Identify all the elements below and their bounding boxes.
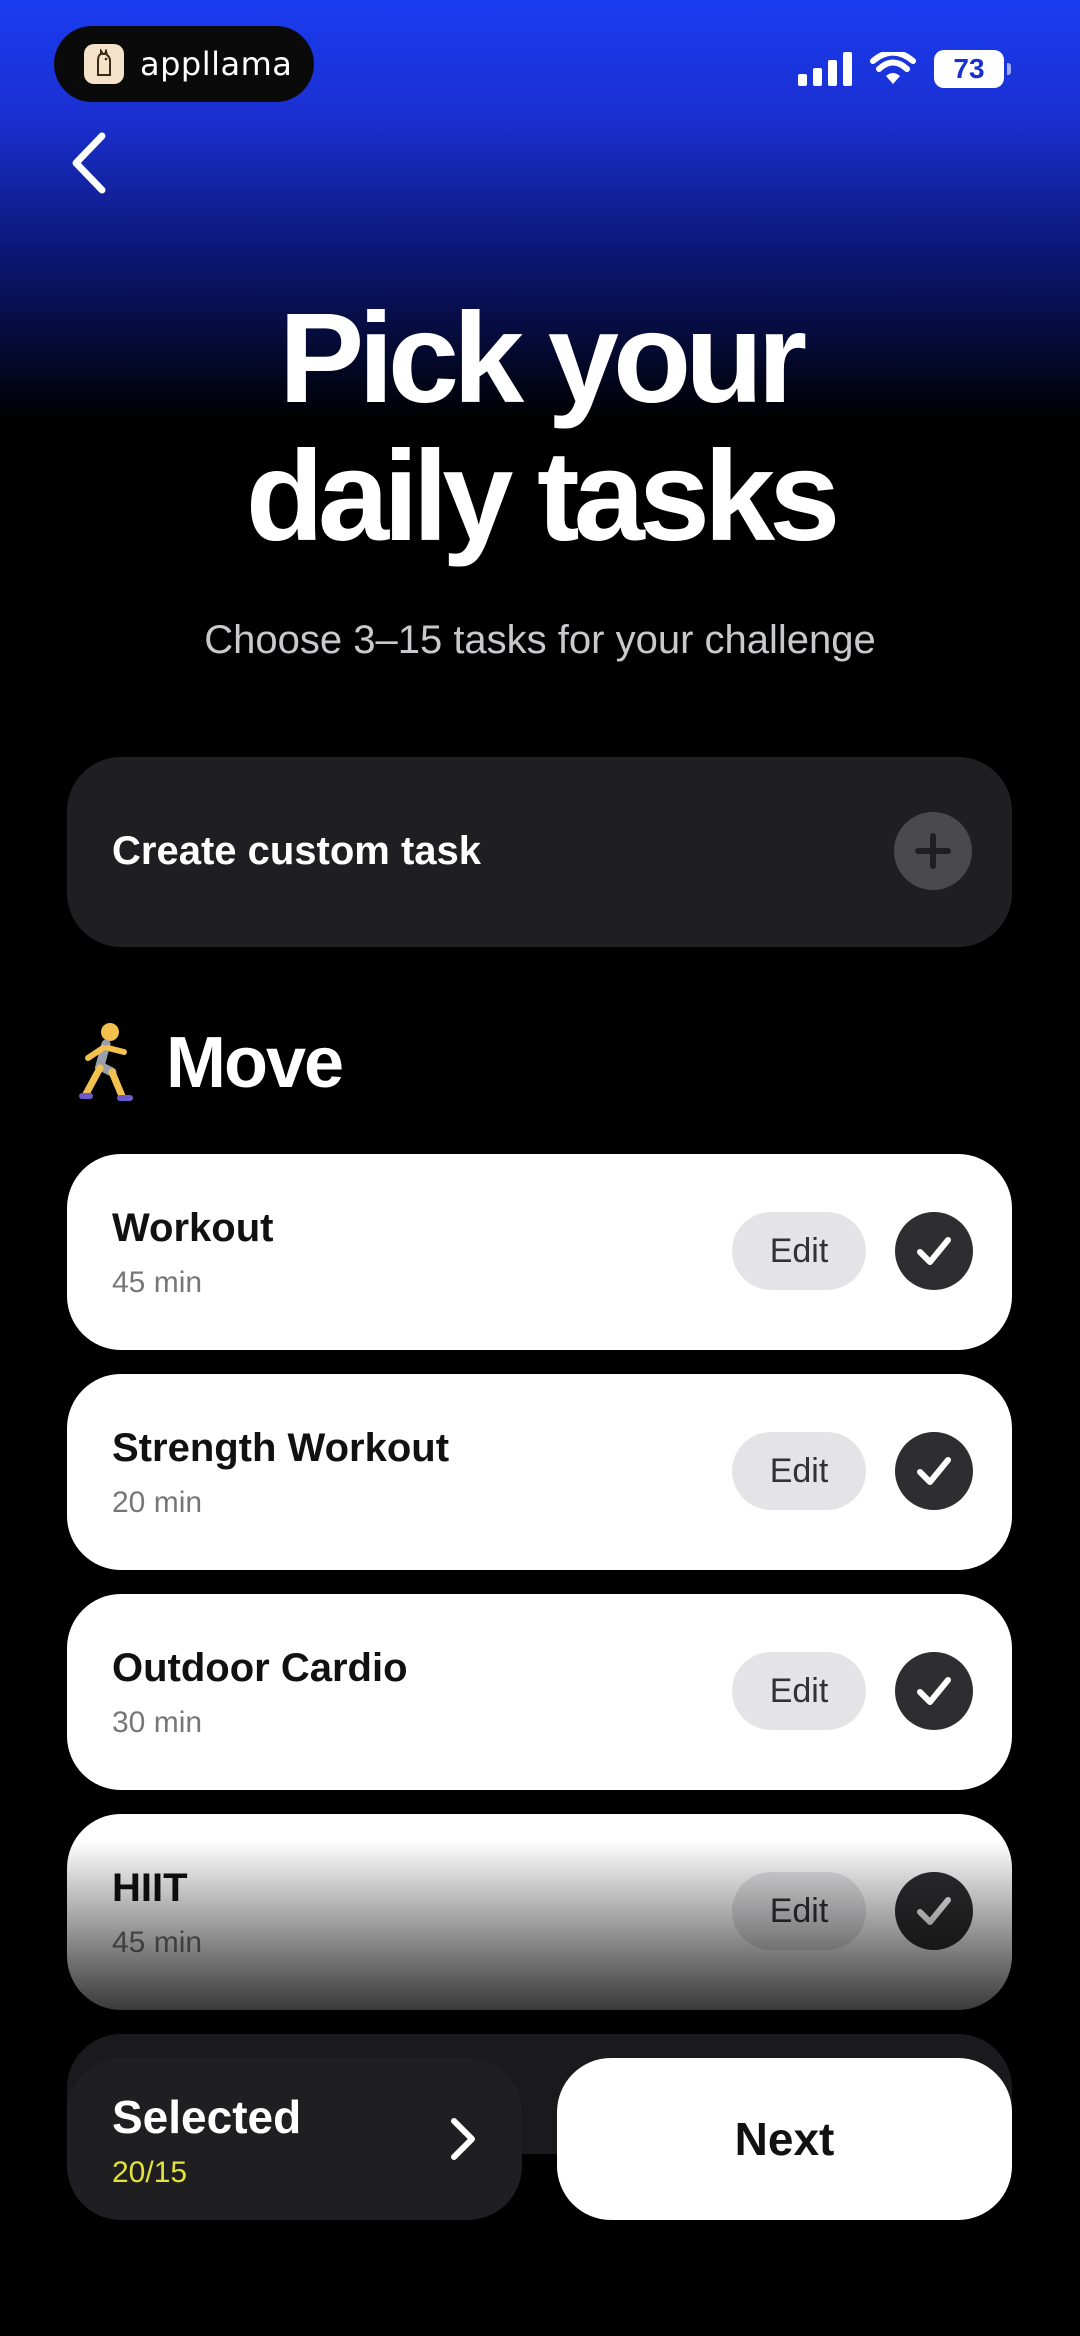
section-header-move: Move	[70, 1018, 344, 1108]
task-duration: 45 min	[112, 1926, 203, 1959]
running-person-icon	[79, 1023, 133, 1101]
task-name: Workout	[112, 1206, 274, 1250]
checkmark-icon[interactable]	[895, 1872, 973, 1950]
battery-level: 73	[953, 53, 985, 84]
selected-count: 20/15	[112, 2156, 188, 2189]
task-name: Outdoor Cardio	[112, 1646, 408, 1690]
task-name: HIIT	[112, 1866, 188, 1910]
task-name: Strength Workout	[112, 1426, 450, 1470]
task-card[interactable]: Strength Workout 20 min Edit	[67, 1374, 1012, 1570]
screen: appllama 73 Pick your daily tasks Choose…	[0, 0, 1080, 2336]
create-custom-task-label: Create custom task	[112, 829, 482, 873]
signal-icon	[798, 52, 852, 86]
edit-button[interactable]: Edit	[732, 1432, 866, 1510]
section-title: Move	[166, 1023, 344, 1103]
task-card[interactable]: Outdoor Cardio 30 min Edit	[67, 1594, 1012, 1790]
task-duration: 45 min	[112, 1266, 203, 1299]
title-line-1: Pick your	[278, 287, 807, 430]
edit-button[interactable]: Edit	[732, 1872, 866, 1950]
title-line-2: daily tasks	[245, 425, 841, 568]
llama-logo-icon	[84, 44, 124, 84]
chevron-right-icon	[451, 2118, 475, 2160]
checkmark-icon[interactable]	[895, 1652, 973, 1730]
task-duration: 20 min	[112, 1486, 203, 1519]
edit-button[interactable]: Edit	[732, 1652, 866, 1730]
battery-icon: 73	[934, 50, 1011, 88]
create-custom-task-button[interactable]: Create custom task	[67, 757, 1012, 947]
task-card[interactable]: Workout 45 min Edit	[67, 1154, 1012, 1350]
wifi-icon	[870, 52, 916, 84]
app-pill: appllama	[54, 26, 314, 102]
checkmark-icon[interactable]	[895, 1432, 973, 1510]
next-button[interactable]: Next	[557, 2058, 1012, 2220]
chevron-left-icon[interactable]	[62, 128, 118, 198]
status-icons: 73	[798, 50, 1011, 88]
app-name: appllama	[140, 45, 293, 83]
checkmark-icon[interactable]	[895, 1212, 973, 1290]
selected-label: Selected	[112, 2091, 302, 2143]
page-title: Pick your daily tasks	[0, 290, 1080, 566]
page-subtitle: Choose 3–15 tasks for your challenge	[204, 618, 876, 662]
task-card[interactable]: HIIT 45 min Edit	[67, 1814, 1012, 2010]
edit-button[interactable]: Edit	[732, 1212, 866, 1290]
selected-summary-button[interactable]: Selected 20/15	[67, 2058, 522, 2220]
plus-icon[interactable]	[894, 812, 972, 890]
task-duration: 30 min	[112, 1706, 203, 1739]
